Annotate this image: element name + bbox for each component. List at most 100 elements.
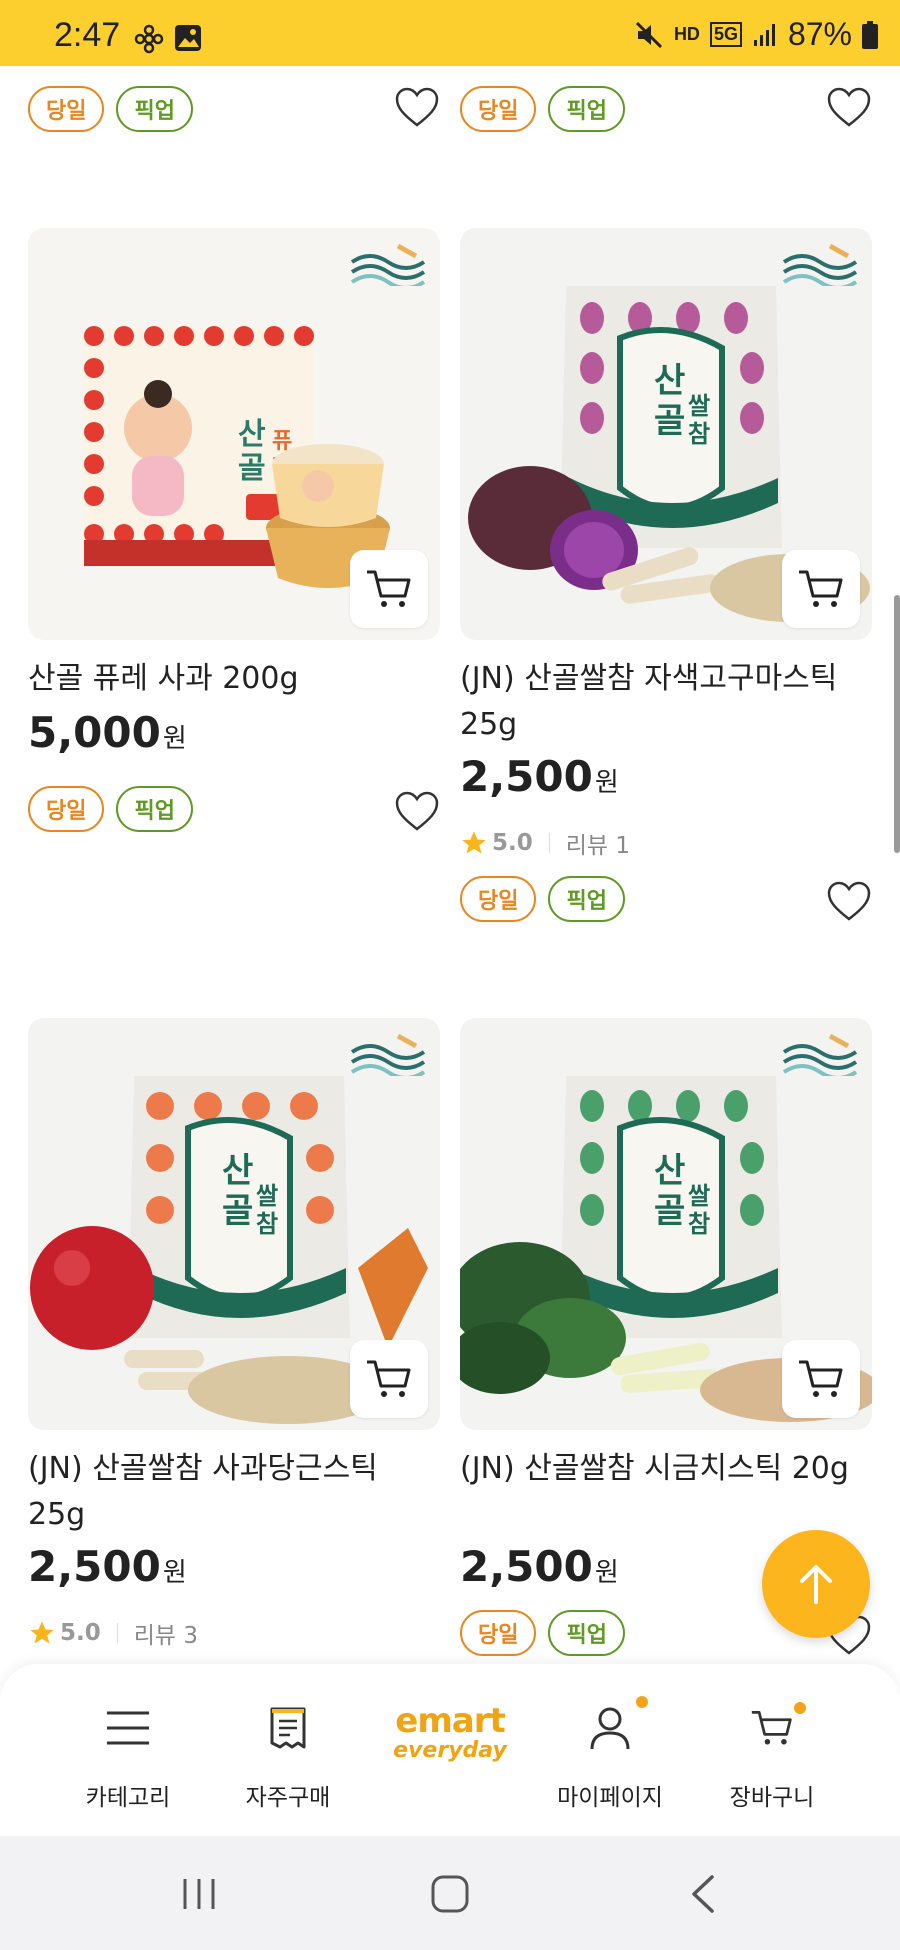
product-name[interactable]: (JN) 산골쌀참 사과당근스틱 25g [28,1446,440,1538]
scroll-to-top-button[interactable] [762,1530,870,1638]
app-notification-icon [134,24,164,54]
star-icon [462,831,486,854]
svg-text:산: 산 [222,1151,253,1191]
same-day-tag: 당일 [460,876,537,922]
scrollbar-thumb[interactable] [894,595,900,853]
same-day-tag: 당일 [460,86,537,132]
nav-label: 장바구니 [729,1785,815,1811]
currency-unit: 원 [594,1558,619,1588]
product-image[interactable]: 산 골 쌀 참 [460,228,872,640]
cart-icon [367,1360,411,1397]
person-icon [590,1707,630,1750]
status-right-cluster: HD 5G 87% [634,16,878,53]
add-to-cart-button[interactable] [782,1340,860,1418]
delivery-tags: 당일 픽업 [460,1610,625,1656]
svg-text:쌀: 쌀 [688,392,710,420]
5g-indicator: 5G [709,22,742,47]
price-value: 2,500 [28,1542,161,1591]
svg-text:산: 산 [654,1151,685,1191]
product-card-partial-right[interactable]: 당일 픽업 [460,66,872,156]
currency-unit: 원 [162,724,187,754]
price-value: 2,500 [460,1542,593,1591]
product-card-partial-left[interactable]: 당일 픽업 [28,66,440,156]
home-icon[interactable] [430,1874,470,1914]
nav-my-page[interactable]: 마이페이지 [530,1696,690,1812]
nav-label: 카테고리 [85,1785,171,1811]
product-image[interactable]: 산 골 쌀 참 [460,1018,872,1430]
product-name[interactable]: 산골 퓨레 사과 200g [28,656,440,702]
nav-label: 마이페이지 [557,1785,663,1811]
signal-icon [753,23,775,46]
pickup-tag: 픽업 [548,876,625,922]
product-card[interactable]: 산 골 퓨 레 [28,228,440,848]
svg-text:참: 참 [256,1210,278,1238]
svg-text:쌀: 쌀 [256,1182,278,1210]
svg-text:골: 골 [222,1191,253,1231]
logo-everyday-text: everyday [393,1738,507,1763]
review-count[interactable]: 리뷰 3 [134,1616,198,1650]
cart-icon [367,570,411,607]
battery-percent: 87% [787,16,852,52]
wishlist-heart-icon[interactable] [394,86,440,128]
svg-text:참: 참 [688,420,710,448]
star-icon [30,1621,54,1644]
wishlist-heart-icon[interactable] [826,880,872,922]
product-image[interactable]: 산 골 쌀 참 [28,1018,440,1430]
svg-text:골: 골 [654,1191,685,1231]
wishlist-heart-icon[interactable] [394,790,440,832]
pickup-tag: 픽업 [548,1610,625,1656]
rating-score: 5.0 [492,830,533,856]
recent-apps-icon[interactable] [180,1876,218,1912]
delivery-tags: 당일 픽업 [460,876,625,922]
system-navigation-bar [0,1836,900,1950]
brand-wave-logo [350,243,426,286]
status-bar: 2:47 HD 5G 87% [0,0,900,66]
bottom-navigation: 카테고리 자주구매 emart everyday 마이페이지 장바구니 [0,1664,900,1836]
gallery-notification-icon [175,25,201,51]
product-price: 2,500원 [460,1542,619,1591]
product-list[interactable]: 당일 픽업 당일 픽업 산 골 퓨 산골 퓨레 사과 200g 5,000원 당… [0,66,900,1666]
product-name[interactable]: (JN) 산골쌀참 시금치스틱 20g [460,1446,872,1492]
nav-category[interactable]: 카테고리 [48,1698,208,1812]
arrow-up-icon [800,1565,832,1604]
brand-wave-logo [782,243,858,286]
status-time: 2:47 [54,16,121,54]
back-icon[interactable] [688,1874,718,1914]
product-name[interactable]: (JN) 산골쌀참 자색고구마스틱 25g [460,656,872,748]
product-card[interactable]: 산 골 쌀 참 [460,228,872,928]
svg-text:골: 골 [654,401,685,441]
pickup-tag: 픽업 [116,86,193,132]
delivery-tags: 당일 픽업 [28,786,193,832]
product-card[interactable]: 산 골 쌀 참 [28,1018,440,1649]
add-to-cart-button[interactable] [782,550,860,628]
product-price: 2,500원 [460,752,619,801]
currency-unit: 원 [594,768,619,798]
brand-wave-logo [350,1033,426,1076]
svg-text:참: 참 [688,1210,710,1238]
notification-dot [636,1696,648,1708]
product-price: 2,500원 [28,1542,187,1591]
product-image[interactable]: 산 골 퓨 레 [28,228,440,640]
nav-home-logo[interactable]: emart everyday [370,1704,530,1762]
product-price: 5,000원 [28,708,187,757]
price-value: 5,000 [28,708,161,757]
wishlist-heart-icon[interactable] [826,86,872,128]
rating-divider [548,833,550,853]
battery-icon [862,20,878,49]
hd-voice-indicator: HD [673,24,700,44]
add-to-cart-button[interactable] [350,1340,428,1418]
nav-cart[interactable]: 장바구니 [692,1698,852,1812]
rating-divider [116,1623,118,1643]
delivery-tags: 당일 픽업 [460,86,625,132]
nav-frequent-purchase[interactable]: 자주구매 [208,1698,368,1812]
pickup-tag: 픽업 [548,86,625,132]
menu-icon [107,1711,149,1745]
same-day-tag: 당일 [28,86,105,132]
cart-icon [799,1360,843,1397]
svg-text:쌀: 쌀 [688,1182,710,1210]
svg-text:산: 산 [238,417,266,452]
review-count[interactable]: 리뷰 1 [566,826,630,860]
delivery-tags: 당일 픽업 [28,86,193,132]
rating-score: 5.0 [60,1620,101,1646]
add-to-cart-button[interactable] [350,550,428,628]
